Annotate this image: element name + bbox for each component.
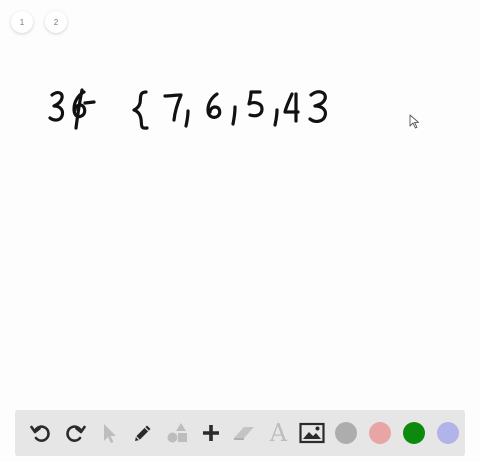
- undo-icon: [30, 425, 50, 442]
- color-green-swatch[interactable]: [397, 416, 431, 450]
- text-tool-button[interactable]: A: [261, 416, 295, 450]
- add-button[interactable]: [194, 416, 228, 450]
- gray-color-icon: [335, 422, 358, 444]
- redo-icon: [66, 425, 86, 442]
- drawing-toolbar: A: [15, 410, 465, 456]
- color-pink-swatch[interactable]: [363, 416, 397, 450]
- pointer-icon: [103, 424, 116, 443]
- pen-icon: [134, 425, 151, 441]
- eraser-tool-button[interactable]: [228, 416, 262, 450]
- color-gray-swatch[interactable]: [329, 416, 363, 450]
- shapes-tool-button[interactable]: [160, 416, 194, 450]
- eraser-icon: [234, 427, 255, 440]
- redo-button[interactable]: [58, 416, 92, 450]
- shapes-icon: [167, 423, 187, 443]
- color-lavender-swatch[interactable]: [431, 416, 465, 450]
- plus-icon: [202, 425, 219, 441]
- pink-color-icon: [369, 422, 392, 444]
- select-tool-button[interactable]: [92, 416, 126, 450]
- image-icon: [299, 422, 325, 444]
- pen-tool-button[interactable]: [126, 416, 160, 450]
- mouse-cursor-icon: [409, 114, 419, 129]
- handwritten-ink: [48, 88, 328, 130]
- lavender-color-icon: [437, 422, 460, 444]
- text-tool-label: A: [269, 419, 288, 447]
- green-color-icon: [403, 422, 426, 444]
- image-tool-button[interactable]: [295, 416, 329, 450]
- undo-button[interactable]: [24, 416, 58, 450]
- drawing-canvas[interactable]: [0, 0, 480, 400]
